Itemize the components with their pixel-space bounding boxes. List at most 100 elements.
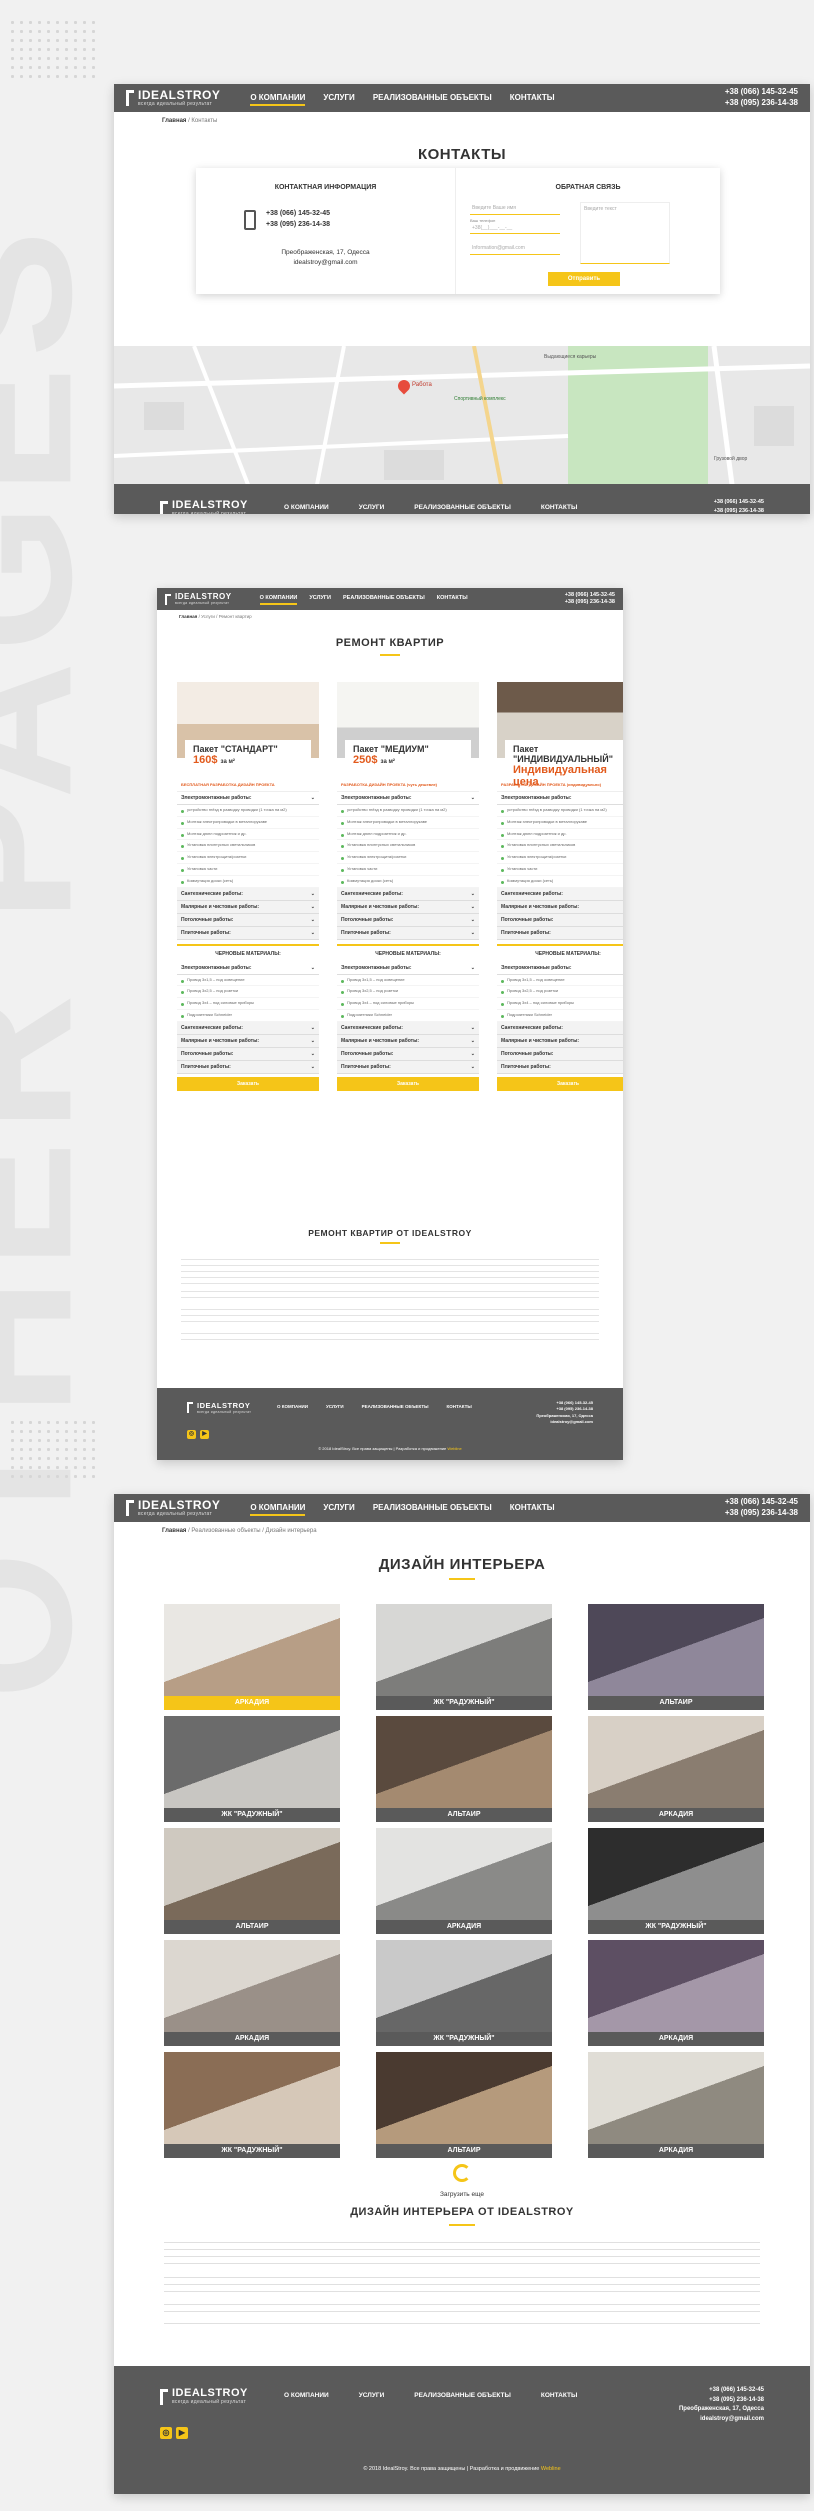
accordion-section[interactable]: Малярные и чистовые работы:⌄ (497, 1034, 623, 1048)
accordion-section[interactable]: Малярные и чистовые работы:⌄ (177, 900, 319, 914)
footer-nav-about[interactable]: О КОМПАНИИ (277, 1404, 308, 1409)
gallery-tile[interactable]: АЛЬТАИР (376, 1716, 552, 1822)
instagram-icon[interactable]: ◎ (187, 1430, 196, 1439)
nav-projects[interactable]: РЕАЛИЗОВАННЫЕ ОБЪЕКТЫ (343, 593, 425, 605)
accordion-section[interactable]: Плиточные работы:⌄ (177, 926, 319, 940)
footer-nav-contacts[interactable]: КОНТАКТЫ (541, 504, 577, 511)
message-textarea[interactable]: Введите текст (580, 202, 670, 264)
breadcrumb-home[interactable]: Главная (179, 614, 197, 619)
accordion-section[interactable]: Потолочные работы:⌄ (337, 913, 479, 927)
footer-nav-about[interactable]: О КОМПАНИИ (284, 504, 329, 511)
footer-nav-contacts[interactable]: КОНТАКТЫ (541, 2392, 577, 2399)
name-input[interactable]: Введите Ваше имя (470, 202, 560, 215)
footer-email[interactable]: idealstroy@gmail.com (679, 2415, 764, 2425)
nav-contacts[interactable]: КОНТАКТЫ (510, 91, 555, 106)
gallery-tile[interactable]: АРКАДИЯ (588, 1716, 764, 1822)
footer-phone-2[interactable]: +38 (095) 236-14-38 (686, 507, 764, 514)
map[interactable]: Работа Спортивный комплекс Выдающиеся ка… (114, 346, 810, 500)
order-button[interactable]: Заказать (337, 1076, 479, 1091)
gallery-tile[interactable]: АРКАДИЯ (376, 1828, 552, 1934)
accordion-section[interactable]: Потолочные работы:⌄ (337, 1047, 479, 1061)
accordion-section[interactable]: Малярные и чистовые работы:⌄ (497, 900, 623, 914)
gallery-tile[interactable]: АЛЬТАИР (588, 1604, 764, 1710)
gallery-tile[interactable]: ЖК "РАДУЖНЫЙ" (376, 1940, 552, 2046)
accordion-section[interactable]: Малярные и чистовые работы:⌄ (177, 1034, 319, 1048)
footer-logo[interactable]: IDEALSTROY всегда идеальный результат (160, 2388, 248, 2405)
accordion-section[interactable]: Сантехнические работы:⌄ (497, 1021, 623, 1035)
gallery-tile[interactable]: АРКАДИЯ (164, 1940, 340, 2046)
accordion-section[interactable]: Электромонтажные работы:⌄ (497, 792, 623, 805)
footer-nav-projects[interactable]: РЕАЛИЗОВАННЫЕ ОБЪЕКТЫ (362, 1404, 429, 1409)
nav-contacts[interactable]: КОНТАКТЫ (437, 593, 468, 605)
footer-nav-projects[interactable]: РЕАЛИЗОВАННЫЕ ОБЪЕКТЫ (414, 504, 511, 511)
contact-email[interactable]: idealstroy@gmail.com (214, 258, 437, 268)
accordion-section[interactable]: Электромонтажные работы:⌄ (337, 792, 479, 805)
accordion-section[interactable]: Потолочные работы:⌄ (177, 1047, 319, 1061)
nav-projects[interactable]: РЕАЛИЗОВАННЫЕ ОБЪЕКТЫ (373, 1501, 492, 1516)
nav-contacts[interactable]: КОНТАКТЫ (510, 1501, 555, 1516)
phone-1[interactable]: +38 (066) 145-32-45 (725, 87, 798, 98)
footer-nav-contacts[interactable]: КОНТАКТЫ (447, 1404, 472, 1409)
breadcrumb-services[interactable]: Услуги (201, 614, 215, 619)
phone-1[interactable]: +38 (066) 145-32-45 (725, 1497, 798, 1508)
accordion-section[interactable]: Малярные и чистовые работы:⌄ (337, 1034, 479, 1048)
accordion-section[interactable]: Плиточные работы:⌄ (337, 1060, 479, 1074)
accordion-section[interactable]: Потолочные работы:⌄ (497, 913, 623, 927)
accordion-section[interactable]: Сантехнические работы:⌄ (337, 887, 479, 901)
breadcrumb-home[interactable]: Главная (162, 118, 186, 124)
gallery-tile[interactable]: ЖК "РАДУЖНЫЙ" (376, 1604, 552, 1710)
footer-nav-about[interactable]: О КОМПАНИИ (284, 2392, 329, 2399)
footer-phone-1[interactable]: +38 (066) 145-32-45 (679, 2386, 764, 2396)
phone-2[interactable]: +38 (095) 236-14-38 (725, 1508, 798, 1519)
gallery-tile[interactable]: АЛЬТАИР (376, 2052, 552, 2158)
footer-logo[interactable]: IDEALSTROY всегда идеальный результат (160, 500, 248, 514)
breadcrumb-projects[interactable]: Реализованные объекты (191, 1528, 260, 1534)
accordion-section[interactable]: Потолочные работы:⌄ (497, 1047, 623, 1061)
accordion-section[interactable]: Электромонтажные работы:⌄ (497, 961, 623, 975)
instagram-icon[interactable]: ◎ (160, 2427, 172, 2439)
footer-logo[interactable]: IDEALSTROY всегда идеальный результат (187, 1402, 251, 1414)
footer-nav-services[interactable]: УСЛУГИ (359, 504, 385, 511)
gallery-tile[interactable]: АЛЬТАИР (164, 1828, 340, 1934)
accordion-section[interactable]: Плиточные работы:⌄ (177, 1060, 319, 1074)
nav-about[interactable]: О КОМПАНИИ (250, 1501, 306, 1516)
gallery-tile[interactable]: ЖК "РАДУЖНЫЙ" (164, 2052, 340, 2158)
accordion-section[interactable]: Сантехнические работы:⌄ (337, 1021, 479, 1035)
accordion-section[interactable]: Плиточные работы:⌄ (497, 1060, 623, 1074)
accordion-section[interactable]: Электромонтажные работы:⌄ (177, 792, 319, 805)
nav-services[interactable]: УСЛУГИ (309, 593, 331, 605)
order-button[interactable]: Заказать (497, 1076, 623, 1091)
order-button[interactable]: Заказать (177, 1076, 319, 1091)
accordion-section[interactable]: Сантехнические работы:⌄ (177, 1021, 319, 1035)
accordion-section[interactable]: Плиточные работы:⌄ (497, 926, 623, 940)
accordion-section[interactable]: Сантехнические работы:⌄ (497, 887, 623, 901)
accordion-section[interactable]: Малярные и чистовые работы:⌄ (337, 900, 479, 914)
load-more[interactable]: Загрузить еще (114, 2164, 810, 2198)
nav-projects[interactable]: РЕАЛИЗОВАННЫЕ ОБЪЕКТЫ (373, 91, 492, 106)
nav-services[interactable]: УСЛУГИ (323, 1501, 354, 1516)
nav-services[interactable]: УСЛУГИ (323, 91, 354, 106)
studio-link[interactable]: Webline (447, 1446, 461, 1451)
logo[interactable]: IDEALSTROY всегда идеальный результат (126, 1499, 220, 1517)
nav-about[interactable]: О КОМПАНИИ (250, 91, 306, 106)
footer-nav-services[interactable]: УСЛУГИ (359, 2392, 385, 2399)
gallery-tile[interactable]: ЖК "РАДУЖНЫЙ" (588, 1828, 764, 1934)
footer-phone-1[interactable]: +38 (066) 145-32-45 (686, 498, 764, 507)
footer-phone-2[interactable]: +38 (095) 236-14-38 (679, 2396, 764, 2406)
phone-input[interactable]: +38(__)___-__-__ (470, 223, 560, 234)
gallery-tile[interactable]: АРКАДИЯ (164, 1604, 340, 1710)
gallery-tile[interactable]: АРКАДИЯ (588, 1940, 764, 2046)
submit-button[interactable]: Отправить (548, 272, 620, 286)
phone-2[interactable]: +38 (095) 236-14-38 (565, 599, 615, 606)
footer-nav-projects[interactable]: РЕАЛИЗОВАННЫЕ ОБЪЕКТЫ (414, 2392, 511, 2399)
phone-2[interactable]: +38 (095) 236-14-38 (725, 98, 798, 109)
logo[interactable]: IDEALSTROY всегда идеальный результат (165, 593, 232, 605)
footer-email[interactable]: idealstroy@gmail.com (536, 1419, 593, 1425)
accordion-section[interactable]: Электромонтажные работы:⌄ (177, 961, 319, 975)
gallery-tile[interactable]: ЖК "РАДУЖНЫЙ" (164, 1716, 340, 1822)
youtube-icon[interactable]: ▶ (200, 1430, 209, 1439)
footer-nav-services[interactable]: УСЛУГИ (326, 1404, 344, 1409)
nav-about[interactable]: О КОМПАНИИ (259, 593, 298, 605)
logo[interactable]: IDEALSTROY всегда идеальный результат (126, 89, 220, 107)
breadcrumb-home[interactable]: Главная (162, 1528, 186, 1534)
